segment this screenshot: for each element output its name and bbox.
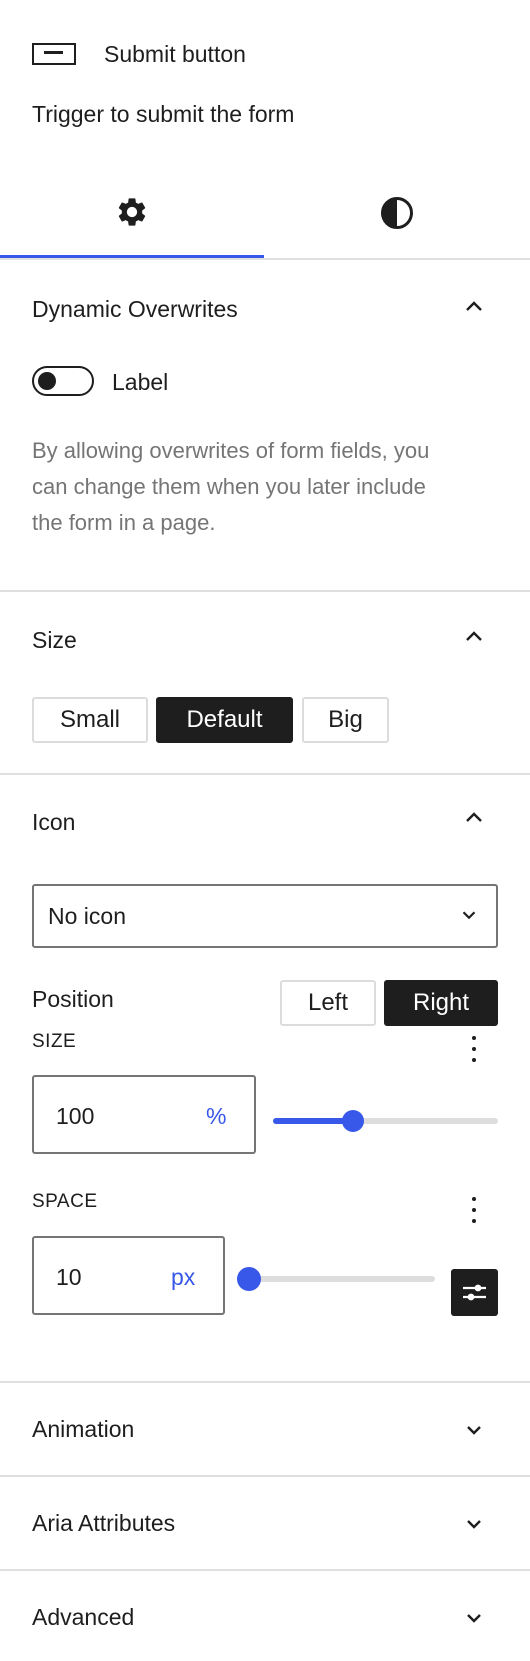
space-label: SPACE — [32, 1191, 98, 1212]
tab-styles[interactable] — [264, 168, 530, 258]
help-text: By allowing overwrites of form fields, y… — [32, 433, 429, 541]
gear-icon — [118, 198, 146, 226]
custom-value-button[interactable] — [451, 1269, 498, 1316]
space-options-menu-icon[interactable] — [470, 1197, 478, 1230]
chevron-up-icon — [466, 631, 482, 641]
slider-fill — [273, 1118, 354, 1124]
tab-settings[interactable] — [0, 168, 264, 258]
size-options-menu-icon[interactable] — [470, 1036, 478, 1069]
chevron-down-icon — [462, 911, 476, 920]
slider-track — [237, 1276, 435, 1282]
panel-aria-attributes[interactable]: Aria Attributes — [0, 1477, 530, 1569]
panel-icon-header[interactable]: Icon — [0, 786, 530, 856]
space-number-input[interactable]: 10 px — [32, 1236, 225, 1315]
chevron-down-icon — [467, 1426, 481, 1435]
chevron-up-icon — [466, 812, 482, 822]
chevron-down-icon — [467, 1614, 481, 1623]
label-toggle[interactable] — [32, 366, 94, 396]
size-number-input[interactable]: 100 % — [32, 1075, 256, 1154]
panel-title: Size — [32, 627, 77, 653]
tabs-divider — [0, 258, 530, 260]
position-option-left[interactable]: Left — [280, 980, 376, 1026]
panel-animation[interactable]: Animation — [0, 1383, 530, 1475]
panel-title: Aria Attributes — [32, 1510, 176, 1536]
chevron-up-icon — [466, 301, 482, 311]
help-text-line: By allowing overwrites of form fields, y… — [32, 438, 430, 463]
panel-dynamic-overwrites-header[interactable]: Dynamic Overwrites — [0, 272, 530, 342]
size-unit[interactable]: % — [206, 1102, 226, 1130]
icon-select-value: No icon — [48, 903, 126, 929]
button-rectangle-icon — [32, 43, 76, 65]
icon-select[interactable]: No icon — [32, 884, 498, 948]
toggle-label: Label — [112, 369, 169, 395]
size-option-small[interactable]: Small — [32, 697, 148, 743]
panel-advanced[interactable]: Advanced — [0, 1571, 530, 1661]
panel-title: Icon — [32, 809, 76, 835]
size-slider[interactable] — [273, 1110, 498, 1132]
toggle-knob — [38, 372, 56, 390]
help-text-line: can change them when you later include — [32, 474, 426, 499]
panel-title: Dynamic Overwrites — [32, 296, 238, 322]
space-unit[interactable]: px — [171, 1263, 195, 1291]
panel-divider — [0, 590, 530, 592]
size-option-big[interactable]: Big — [302, 697, 389, 743]
position-label: Position — [32, 986, 114, 1012]
position-option-right[interactable]: Right — [384, 980, 498, 1026]
slider-thumb[interactable] — [237, 1267, 261, 1291]
slider-thumb[interactable] — [342, 1110, 365, 1132]
panel-divider — [0, 773, 530, 775]
half-circle-contrast-icon — [381, 197, 413, 229]
space-slider[interactable] — [237, 1267, 435, 1291]
block-title: Submit button — [104, 41, 246, 67]
help-text-line: the form in a page. — [32, 510, 216, 535]
block-description: Trigger to submit the form — [32, 101, 295, 127]
chevron-down-icon — [467, 1520, 481, 1529]
panel-title: Animation — [32, 1416, 135, 1442]
space-input-value: 10 — [56, 1264, 82, 1290]
panel-title: Advanced — [32, 1604, 135, 1630]
sliders-settings-icon — [463, 1284, 486, 1301]
panel-size-header[interactable]: Size — [0, 604, 530, 674]
size-input-value: 100 — [56, 1103, 95, 1129]
size-option-default[interactable]: Default — [156, 697, 293, 743]
size-label: SIZE — [32, 1031, 77, 1052]
